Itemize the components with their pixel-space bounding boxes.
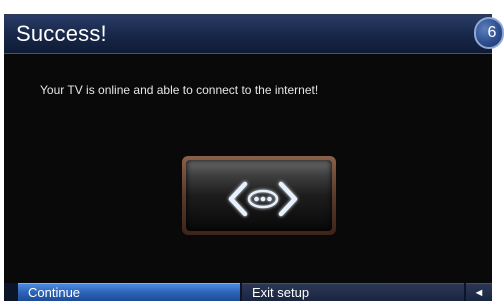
step-number-badge: 6: [474, 17, 504, 49]
continue-button[interactable]: Continue: [18, 283, 240, 301]
page-title: Success!: [16, 21, 107, 46]
tile-face: [186, 160, 332, 231]
footer-bar: Continue Exit setup ◄: [4, 283, 492, 301]
tv-setup-screen: Success! Your TV is online and able to c…: [0, 0, 504, 301]
status-message: Your TV is online and able to connect to…: [40, 83, 319, 97]
exit-setup-button[interactable]: Exit setup: [242, 283, 464, 301]
connection-status-tile: [182, 156, 336, 235]
back-arrow-button[interactable]: ◄: [466, 283, 492, 301]
setup-panel: Success! Your TV is online and able to c…: [4, 14, 492, 301]
network-connected-icon: [228, 181, 298, 217]
header-bar: Success!: [4, 15, 492, 54]
left-arrow-icon: ◄: [473, 287, 485, 299]
